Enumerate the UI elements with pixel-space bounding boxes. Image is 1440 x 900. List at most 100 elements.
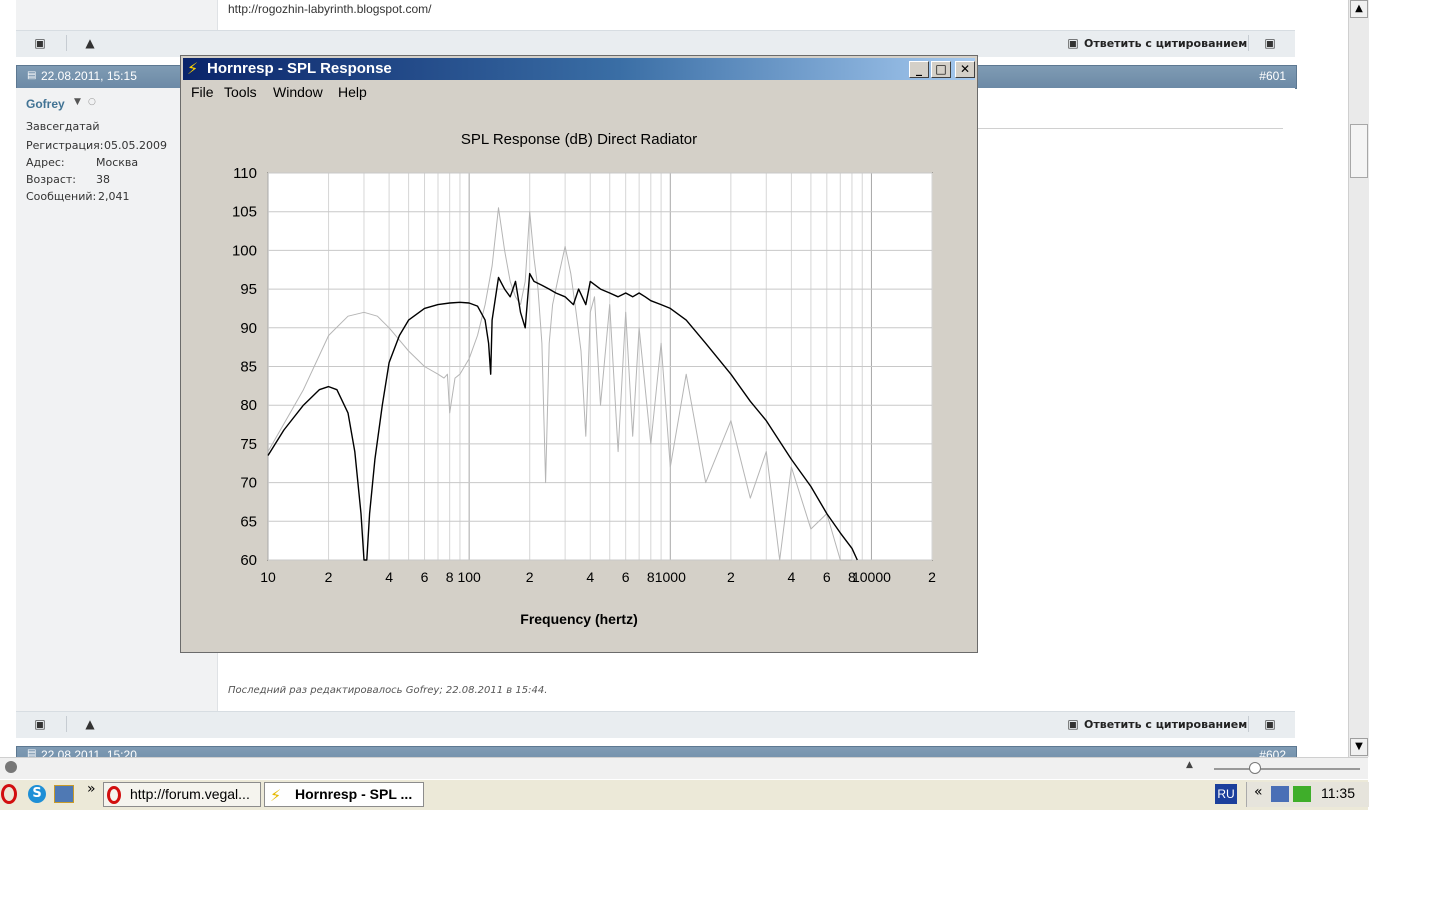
- scroll-up-button[interactable]: ▲: [1350, 0, 1368, 18]
- tray-expand-icon[interactable]: «: [1254, 784, 1263, 800]
- x-tick-label: 2: [526, 569, 534, 585]
- hornresp-lightning-icon: ⚡: [270, 786, 282, 805]
- post-toolbar-top: ▣ ▲ ▣ Ответить с цитированием ▣: [16, 30, 1295, 57]
- minimize-button[interactable]: _: [909, 61, 929, 78]
- y-tick-label: 100: [232, 242, 257, 259]
- menu-window[interactable]: Window: [273, 84, 323, 100]
- next-post-header: ▤ 22.08.2011, 15:20 #602: [16, 746, 1297, 757]
- next-post-number-link[interactable]: #602: [1259, 748, 1286, 757]
- scroll-down-button[interactable]: ▼: [1350, 738, 1368, 756]
- reply-quote-button[interactable]: Ответить с цитированием: [1084, 718, 1247, 731]
- x-tick-label: 4: [586, 569, 594, 585]
- y-tick-label: 65: [240, 513, 257, 530]
- reg-value: 05.05.2009: [104, 139, 167, 152]
- x-tick-label: 8: [446, 569, 454, 585]
- menu-help[interactable]: Help: [338, 84, 367, 100]
- mail-agent-icon[interactable]: [54, 785, 74, 803]
- addr-value: Москва: [96, 156, 139, 169]
- y-tick-label: 80: [240, 397, 257, 414]
- next-post-date: 22.08.2011, 15:20: [41, 748, 137, 757]
- x-tick-label: 100: [457, 569, 481, 585]
- multiquote-icon[interactable]: ▣: [1262, 35, 1278, 51]
- y-tick-label: 85: [240, 359, 257, 376]
- reg-label: Регистрация:: [26, 139, 104, 152]
- hornresp-lightning-icon: ⚡: [187, 59, 199, 78]
- window-title: Hornresp - SPL Response: [207, 60, 392, 77]
- speed-dial-icon[interactable]: [5, 761, 17, 773]
- x-tick-label: 4: [788, 569, 796, 585]
- x-tick-label: 1000: [655, 569, 686, 585]
- y-tick-label: 90: [240, 320, 257, 337]
- quicklaunch-more-icon[interactable]: »: [87, 781, 96, 797]
- x-tick-label: 4: [385, 569, 393, 585]
- user-title: Завсегдатай: [26, 120, 100, 133]
- quote-icon: ▣: [1067, 717, 1079, 731]
- opera-icon: [107, 786, 121, 804]
- page-scrollbar[interactable]: ▲ ▼: [1348, 0, 1369, 757]
- speech-bubble-icon[interactable]: ▣: [32, 35, 48, 51]
- toolbar-divider: [1248, 716, 1249, 732]
- zoom-slider-handle[interactable]: [1249, 762, 1261, 774]
- msgs-value: 2,041: [98, 190, 130, 203]
- spl-response-chart: SPL Response (dB) Direct Radiator 60 65 70…: [232, 131, 936, 627]
- post-date: 22.08.2011, 15:15: [41, 69, 137, 83]
- speech-bubble-icon[interactable]: ▣: [32, 716, 48, 732]
- report-warning-icon[interactable]: ▲: [82, 35, 98, 51]
- x-tick-label: 2: [727, 569, 735, 585]
- blog-link[interactable]: http://rogozhin-labyrinth.blogspot.com/: [228, 2, 431, 16]
- menu-tools[interactable]: Tools: [224, 84, 257, 100]
- close-button[interactable]: ✕: [955, 61, 975, 78]
- reply-quote-button[interactable]: Ответить с цитированием: [1084, 37, 1247, 50]
- quote-icon: ▣: [1067, 36, 1079, 50]
- clock[interactable]: 11:35: [1321, 785, 1355, 801]
- menu-file[interactable]: File: [191, 84, 214, 100]
- y-tick-label: 75: [240, 436, 257, 453]
- username-link[interactable]: Gofrey: [26, 97, 65, 111]
- report-warning-icon[interactable]: ▲: [82, 716, 98, 732]
- maximize-button[interactable]: □: [931, 61, 951, 78]
- y-tick-label: 105: [232, 204, 257, 221]
- y-tick-label: 95: [240, 281, 257, 298]
- addr-label: Адрес:: [26, 156, 65, 169]
- zoom-arrow-icon[interactable]: ▲: [1186, 760, 1193, 770]
- toolbar-divider: [66, 35, 67, 51]
- y-tick-label: 70: [240, 475, 257, 492]
- skype-icon[interactable]: S: [28, 785, 46, 803]
- window-titlebar[interactable]: ⚡ Hornresp - SPL Response _ □ ✕: [183, 58, 975, 80]
- x-axis-ticks: 10 2 4 6 8 100 2 4 6 8 1000 2 4 6 810000 2: [260, 569, 936, 585]
- x-tick-label: 2: [928, 569, 936, 585]
- x-tick-label: 10: [260, 569, 276, 585]
- previous-post-body: http://rogozhin-labyrinth.blogspot.com/: [16, 0, 1295, 30]
- post-toolbar-bottom: ▣ ▲ ▣ Ответить с цитированием ▣: [16, 711, 1295, 738]
- x-tick-label: 2: [325, 569, 333, 585]
- language-indicator[interactable]: RU: [1215, 784, 1237, 804]
- zoom-slider[interactable]: [1214, 768, 1360, 770]
- taskbar: S » http://forum.vegal... ⚡ Hornresp - S…: [0, 779, 1369, 810]
- post-number-link[interactable]: #601: [1259, 69, 1286, 83]
- y-tick-label: 60: [240, 552, 257, 569]
- x-tick-label: 6: [622, 569, 630, 585]
- x-tick-label: 10000: [852, 569, 891, 585]
- y-tick-label: 110: [233, 165, 257, 182]
- system-tray: « 11:35: [1246, 782, 1369, 807]
- offline-status-icon: ○: [88, 97, 96, 107]
- chart-title: SPL Response (dB) Direct Radiator: [461, 131, 697, 148]
- taskbar-item-label: Hornresp - SPL ...: [295, 786, 413, 802]
- taskbar-item-hornresp[interactable]: ⚡ Hornresp - SPL ...: [264, 782, 424, 807]
- age-value: 38: [96, 173, 110, 186]
- taskbar-item-browser[interactable]: http://forum.vegal...: [103, 782, 261, 807]
- network-icon[interactable]: [1271, 786, 1289, 802]
- x-tick-label: 8: [647, 569, 655, 585]
- scroll-thumb[interactable]: [1350, 124, 1368, 178]
- antivirus-icon[interactable]: [1293, 786, 1311, 802]
- edited-note: Последний раз редактировалось Gofrey; 22…: [228, 685, 548, 696]
- hornresp-window: ⚡ Hornresp - SPL Response _ □ ✕ File Too…: [180, 55, 978, 653]
- msgs-label: Сообщений:: [26, 190, 97, 203]
- x-tick-label: 6: [823, 569, 831, 585]
- opera-icon[interactable]: [1, 784, 17, 804]
- chevron-down-icon[interactable]: ▼: [74, 97, 81, 107]
- post-page-icon: ▤: [27, 70, 37, 81]
- post-page-icon: ▤: [27, 748, 37, 757]
- browser-statusbar: ▲: [0, 757, 1368, 780]
- multiquote-icon[interactable]: ▣: [1262, 716, 1278, 732]
